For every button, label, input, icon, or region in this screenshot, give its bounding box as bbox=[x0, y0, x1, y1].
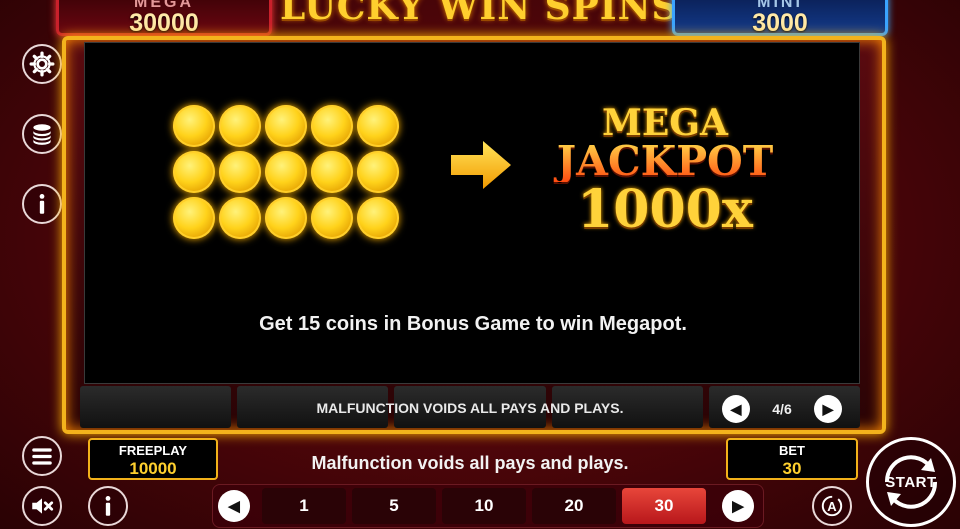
bet-decrease-button[interactable]: ◀ bbox=[218, 490, 250, 522]
malfunction-notice: Malfunction voids all pays and plays. bbox=[311, 453, 629, 473]
bet-option-10[interactable]: 10 bbox=[442, 488, 526, 524]
freeplay-value: 10000 bbox=[129, 459, 177, 478]
prev-page-button[interactable]: ◀ bbox=[722, 395, 750, 423]
page-indicator: 4/6 bbox=[772, 401, 792, 417]
gold-coin-icon bbox=[219, 197, 261, 239]
chevron-left-icon: ◀ bbox=[730, 400, 742, 417]
autoplay-icon: A bbox=[821, 495, 843, 517]
chevron-left-icon: ◀ bbox=[228, 498, 240, 515]
info-icon bbox=[105, 496, 111, 516]
gold-coin-icon bbox=[265, 105, 307, 147]
panel-malfunction-notice: MALFUNCTION VOIDS ALL PAYS AND PLAYS. bbox=[316, 400, 624, 416]
gold-coin-icon bbox=[265, 197, 307, 239]
next-page-button[interactable]: ▶ bbox=[814, 395, 842, 423]
reel-cell bbox=[80, 386, 232, 428]
menu-icon bbox=[32, 448, 52, 465]
info-icon bbox=[39, 194, 45, 214]
coin-stack-icon bbox=[33, 124, 51, 145]
freeplay-label: FREEPLAY bbox=[118, 443, 188, 458]
settings-button[interactable] bbox=[22, 44, 62, 84]
mega-jackpot-value: 30000 bbox=[129, 9, 199, 36]
freeplay-box: FREEPLAY 10000 bbox=[88, 438, 218, 480]
info-button[interactable] bbox=[22, 184, 62, 224]
bet-option-5[interactable]: 5 bbox=[352, 488, 436, 524]
autoplay-button[interactable]: A bbox=[812, 486, 852, 526]
bet-label: BET bbox=[779, 443, 805, 458]
gold-coin-icon bbox=[173, 151, 215, 193]
rule-text: Get 15 coins in Bonus Game to win Megapo… bbox=[259, 313, 687, 335]
svg-text:A: A bbox=[827, 499, 837, 514]
prize-line-1: MEGA bbox=[602, 102, 728, 144]
mega-jackpot-prize: MEGA JACKPOT 1000x bbox=[525, 105, 805, 236]
gold-coin-icon bbox=[219, 151, 261, 193]
arrow-right-icon bbox=[451, 141, 511, 189]
mini-jackpot-value: 3000 bbox=[752, 9, 808, 36]
mega-jackpot-box: MEGA 30000 bbox=[56, 0, 272, 36]
mini-jackpot-label: MINI bbox=[757, 0, 803, 11]
gold-coin-icon bbox=[173, 197, 215, 239]
menu-button[interactable] bbox=[22, 436, 62, 476]
mini-jackpot-box: MINI 3000 bbox=[672, 0, 888, 36]
gold-coin-icon bbox=[311, 105, 353, 147]
coin-grid bbox=[173, 105, 399, 239]
coins-button[interactable] bbox=[22, 114, 62, 154]
chevron-right-icon: ▶ bbox=[822, 400, 834, 417]
bet-box: BET 30 bbox=[726, 438, 858, 480]
sound-off-icon bbox=[32, 498, 54, 514]
sound-toggle-button[interactable] bbox=[22, 486, 62, 526]
gold-coin-icon bbox=[357, 105, 399, 147]
gold-coin-icon bbox=[219, 105, 261, 147]
gold-coin-icon bbox=[173, 105, 215, 147]
bet-option-20[interactable]: 20 bbox=[532, 488, 616, 524]
gear-icon bbox=[29, 51, 55, 77]
bet-option-30[interactable]: 30 bbox=[622, 488, 706, 524]
gold-coin-icon bbox=[311, 151, 353, 193]
paytable-panel: MEGA JACKPOT 1000x Get 15 coins in Bonus… bbox=[84, 42, 860, 384]
bet-option-1[interactable]: 1 bbox=[262, 488, 346, 524]
paytable-pager: ◀ 4/6 ▶ bbox=[722, 395, 842, 423]
mega-jackpot-label: MEGA bbox=[134, 0, 194, 11]
gold-coin-icon bbox=[357, 197, 399, 239]
gold-coin-icon bbox=[265, 151, 307, 193]
prize-multiplier: 1000x bbox=[577, 179, 753, 240]
gold-coin-icon bbox=[357, 151, 399, 193]
spin-arrows-icon bbox=[884, 455, 938, 509]
game-info-button[interactable] bbox=[88, 486, 128, 526]
bet-value: 30 bbox=[782, 459, 802, 478]
bet-increase-button[interactable]: ▶ bbox=[722, 490, 754, 522]
game-title: LUCKY WIN SPINS bbox=[280, 0, 679, 28]
prize-line-2: JACKPOT bbox=[525, 141, 805, 182]
start-button[interactable]: START bbox=[866, 437, 956, 527]
chevron-right-icon: ▶ bbox=[732, 498, 744, 515]
gold-coin-icon bbox=[311, 197, 353, 239]
